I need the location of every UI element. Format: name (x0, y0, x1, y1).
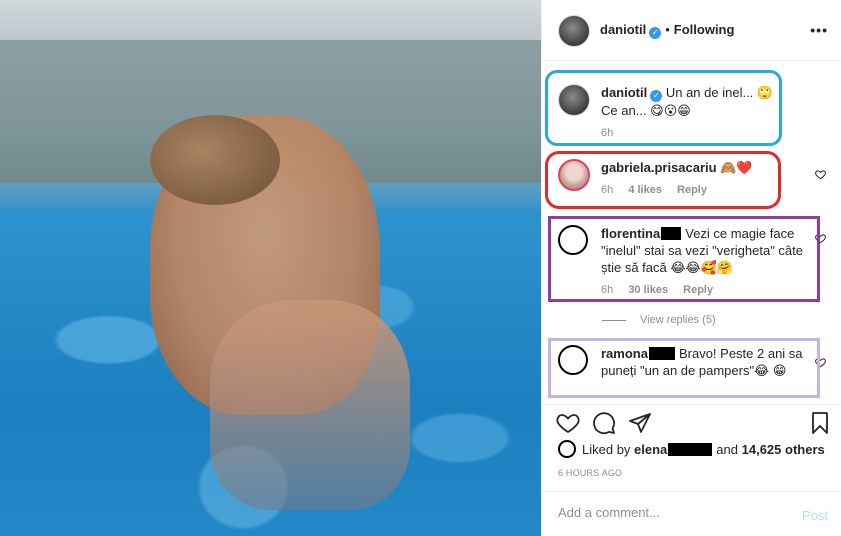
highlight-box-first-comment (545, 151, 781, 209)
separator-dot: • (665, 22, 670, 37)
following-button[interactable]: Following (674, 22, 735, 37)
highlight-box-third-comment (548, 338, 820, 398)
comment-bubble-icon[interactable] (592, 411, 616, 435)
view-replies-label: View replies (5) (640, 314, 716, 326)
post-actions-bar (542, 404, 841, 440)
photo-hair (150, 115, 280, 205)
post-header: daniotil ✓ • Following ••• (542, 0, 841, 61)
view-replies-button[interactable]: View replies (5) (602, 314, 716, 326)
more-options-icon[interactable]: ••• (810, 22, 828, 38)
verified-badge-icon: ✓ (649, 27, 662, 39)
add-comment-input[interactable] (558, 505, 778, 520)
liked-by-prefix: Liked by (582, 441, 631, 457)
save-bookmark-icon[interactable] (808, 411, 832, 435)
like-heart-icon[interactable] (556, 411, 580, 435)
author-avatar[interactable] (558, 15, 590, 47)
highlight-box-second-comment (548, 216, 820, 302)
view-replies-line (602, 319, 626, 321)
liker-avatar-redacted[interactable] (558, 440, 576, 458)
author-username[interactable]: daniotil (600, 22, 646, 37)
likes-count[interactable]: 14,625 others (742, 442, 825, 457)
photo-couple-legs (210, 300, 410, 510)
photo-sky (0, 0, 541, 40)
add-comment-bar: Post (542, 491, 841, 536)
author-line: daniotil ✓ • Following (600, 22, 734, 39)
post-timestamp[interactable]: 6 HOURS AGO (558, 468, 622, 478)
redaction-bar (668, 442, 713, 456)
liked-by-conj: and (716, 441, 738, 457)
post-comment-button[interactable]: Post (802, 508, 828, 523)
likes-summary: Liked by elena and 14,625 others (558, 440, 825, 458)
post-photo[interactable] (0, 0, 541, 536)
share-plane-icon[interactable] (628, 411, 652, 435)
highlight-box-caption (545, 70, 782, 146)
liker-username[interactable]: elena (634, 442, 667, 457)
comment-like-icon[interactable] (814, 169, 826, 181)
